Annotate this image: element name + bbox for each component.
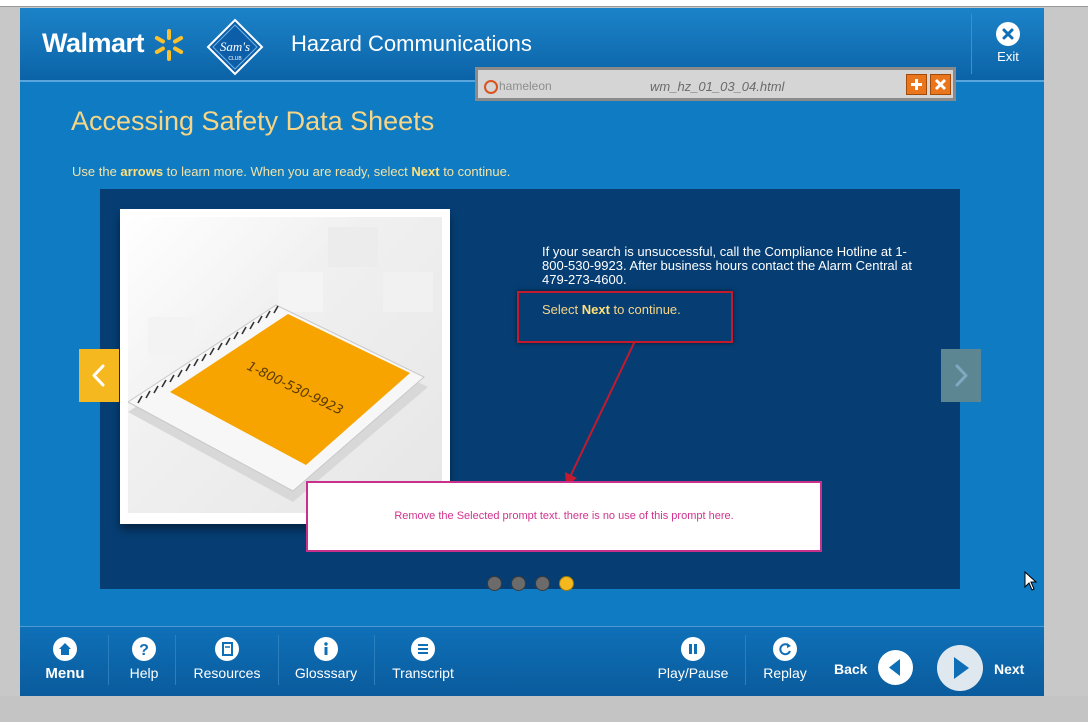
divider xyxy=(278,635,279,685)
page-title: Accessing Safety Data Sheets xyxy=(71,106,435,136)
bottom-toolbar: Menu ? Help Resources Glosssary Transcri… xyxy=(20,626,1044,696)
help-button[interactable]: ? Help xyxy=(124,637,164,681)
replay-icon xyxy=(773,637,797,661)
browser-background xyxy=(0,696,1088,722)
next-button[interactable] xyxy=(937,645,983,691)
page-dot[interactable] xyxy=(535,576,550,591)
transcript-button[interactable]: Transcript xyxy=(390,637,456,681)
review-comment: Remove the Selected prompt text. there i… xyxy=(306,481,822,552)
back-arrow-icon xyxy=(889,659,900,676)
instruction-text: Use the arrows to learn more. When you a… xyxy=(72,164,511,179)
help-icon: ? xyxy=(132,637,156,661)
next-arrow-icon xyxy=(954,657,969,679)
course-title: Hazard Communications xyxy=(291,31,532,56)
divider xyxy=(745,635,746,685)
replay-label: Replay xyxy=(763,665,807,681)
home-icon xyxy=(53,637,77,661)
close-bar-button[interactable] xyxy=(930,74,951,95)
menu-label: Menu xyxy=(45,665,85,682)
resources-label: Resources xyxy=(193,665,261,681)
chevron-right-icon xyxy=(955,364,968,387)
chameleon-logo: hameleon xyxy=(484,79,552,94)
resources-button[interactable]: Resources xyxy=(192,637,262,681)
content-panel: 1-800-530-9923 If your search is unsucce… xyxy=(100,189,960,591)
page-dot-active[interactable] xyxy=(559,576,574,591)
divider xyxy=(374,635,375,685)
menu-button[interactable]: Menu xyxy=(42,637,88,682)
exit-label: Exit xyxy=(997,49,1019,64)
svg-text:CLUB: CLUB xyxy=(228,56,242,62)
next-arrow-button[interactable] xyxy=(941,349,981,402)
divider xyxy=(971,14,972,74)
walmart-logo: Walmart xyxy=(42,28,145,58)
exit-button[interactable]: Exit xyxy=(984,22,1032,72)
next-label[interactable]: Next xyxy=(994,661,1024,677)
transcript-lines-icon xyxy=(411,637,435,661)
chameleon-swirl-icon xyxy=(484,79,498,94)
review-highlight-box xyxy=(517,291,733,343)
close-icon xyxy=(996,22,1020,46)
chameleon-file-bar: hameleon wm_hz_01_03_04.html xyxy=(475,67,956,101)
notepad-image: 1-800-530-9923 xyxy=(120,209,450,524)
plus-icon xyxy=(911,79,922,90)
transcript-label: Transcript xyxy=(392,665,454,681)
close-icon xyxy=(934,78,947,91)
divider xyxy=(108,635,109,685)
back-label[interactable]: Back xyxy=(834,661,867,677)
body-text: If your search is unsuccessful, call the… xyxy=(542,244,912,287)
play-pause-label: Play/Pause xyxy=(657,665,729,681)
info-icon xyxy=(314,637,338,661)
back-button[interactable] xyxy=(878,650,913,685)
document-icon xyxy=(215,637,239,661)
mouse-cursor-icon xyxy=(1024,571,1038,591)
previous-arrow-button[interactable] xyxy=(79,349,119,402)
page-dot[interactable] xyxy=(511,576,526,591)
sams-club-logo: Sam's CLUB xyxy=(206,18,264,76)
play-pause-button[interactable]: Play/Pause xyxy=(657,637,729,681)
pause-icon xyxy=(681,637,705,661)
svg-text:Sam's: Sam's xyxy=(220,39,250,54)
browser-top-strip xyxy=(0,0,1088,7)
expand-button[interactable] xyxy=(906,74,927,95)
page-dot[interactable] xyxy=(487,576,502,591)
glossary-button[interactable]: Glosssary xyxy=(294,637,358,681)
replay-button[interactable]: Replay xyxy=(760,637,810,681)
course-player: Walmart Sam's CLUB Hazard Communications… xyxy=(20,8,1044,696)
help-label: Help xyxy=(129,665,159,681)
divider xyxy=(175,635,176,685)
file-name: wm_hz_01_03_04.html xyxy=(650,79,785,94)
page-indicator xyxy=(487,576,583,591)
chevron-left-icon xyxy=(92,364,105,387)
walmart-spark-icon xyxy=(154,29,184,61)
notepad-illustration: 1-800-530-9923 xyxy=(128,304,428,502)
glossary-label: Glosssary xyxy=(294,665,358,681)
svg-text:?: ? xyxy=(139,642,149,659)
